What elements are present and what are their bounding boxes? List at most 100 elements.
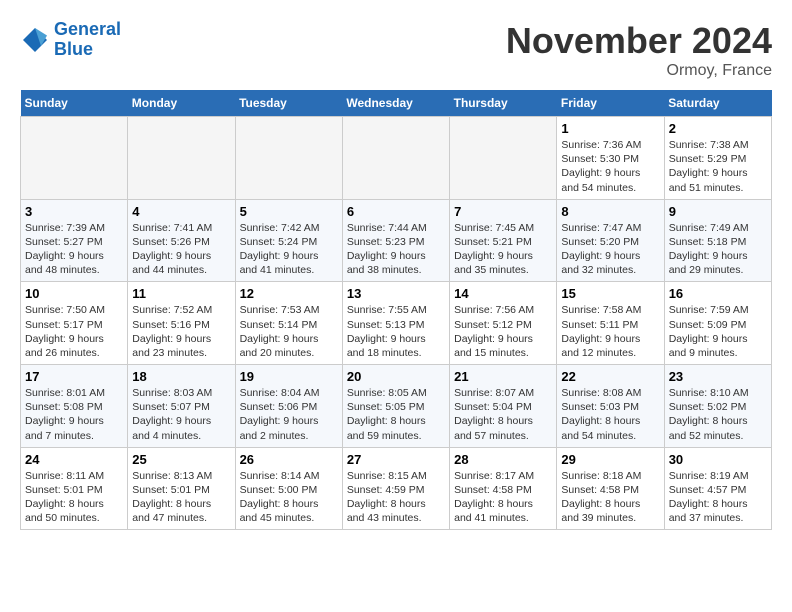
calendar-cell: 12Sunrise: 7:53 AM Sunset: 5:14 PM Dayli… [235, 282, 342, 365]
calendar-week-row: 10 Sunrise: 7:50 AM Sunset: 5:17 PM Dayli… [21, 282, 772, 365]
day-info: Sunrise: 8:03 AM Sunset: 5:07 PM Dayligh… [132, 386, 230, 443]
day-number: 26 [240, 452, 338, 467]
calendar-cell: 4 Sunrise: 7:41 AM Sunset: 5:26 PM Daylig… [128, 199, 235, 282]
day-number: 19 [240, 369, 338, 384]
weekday-header: Saturday [664, 90, 771, 117]
day-info: Sunrise: 7:50 AM Sunset: 5:17 PM Dayligh… [25, 303, 123, 360]
day-info: Sunrise: 8:08 AM Sunset: 5:03 PM Dayligh… [561, 386, 659, 443]
day-info: Sunrise: 8:11 AM Sunset: 5:01 PM Dayligh… [25, 469, 123, 526]
day-number: 24 [25, 452, 123, 467]
day-number: 15 [561, 286, 659, 301]
month-title: November 2024 [506, 20, 772, 62]
day-number: 29 [561, 452, 659, 467]
calendar-cell: 15 Sunrise: 7:58 AM Sunset: 5:11 PM Dayli… [557, 282, 664, 365]
day-info: Sunrise: 7:49 AM Sunset: 5:18 PM Dayligh… [669, 221, 767, 278]
calendar-cell: 11 Sunrise: 7:52 AM Sunset: 5:16 PM Dayli… [128, 282, 235, 365]
calendar-cell: 25 Sunrise: 8:13 AM Sunset: 5:01 PM Dayli… [128, 447, 235, 530]
calendar-cell: 23Sunrise: 8:10 AM Sunset: 5:02 PM Dayli… [664, 365, 771, 448]
day-number: 13 [347, 286, 445, 301]
calendar-cell: 10 Sunrise: 7:50 AM Sunset: 5:17 PM Dayli… [21, 282, 128, 365]
day-number: 1 [561, 121, 659, 136]
day-info: Sunrise: 7:59 AM Sunset: 5:09 PM Dayligh… [669, 303, 767, 360]
calendar-cell: 24 Sunrise: 8:11 AM Sunset: 5:01 PM Dayli… [21, 447, 128, 530]
day-info: Sunrise: 7:39 AM Sunset: 5:27 PM Dayligh… [25, 221, 123, 278]
weekday-header: Monday [128, 90, 235, 117]
day-number: 17 [25, 369, 123, 384]
weekday-header: Tuesday [235, 90, 342, 117]
day-number: 11 [132, 286, 230, 301]
calendar-cell: 18 Sunrise: 8:03 AM Sunset: 5:07 PM Dayli… [128, 365, 235, 448]
day-number: 14 [454, 286, 552, 301]
calendar-cell: 26 Sunrise: 8:14 AM Sunset: 5:00 PM Dayli… [235, 447, 342, 530]
day-number: 3 [25, 204, 123, 219]
day-info: Sunrise: 8:07 AM Sunset: 5:04 PM Dayligh… [454, 386, 552, 443]
calendar-cell: 20 Sunrise: 8:05 AM Sunset: 5:05 PM Dayli… [342, 365, 449, 448]
day-number: 22 [561, 369, 659, 384]
calendar-cell [21, 117, 128, 200]
calendar-cell: 30 Sunrise: 8:19 AM Sunset: 4:57 PM Dayli… [664, 447, 771, 530]
day-info: Sunrise: 7:42 AM Sunset: 5:24 PM Dayligh… [240, 221, 338, 278]
day-info: Sunrise: 7:36 AM Sunset: 5:30 PM Dayligh… [561, 138, 659, 195]
location: Ormoy, France [506, 62, 772, 80]
calendar-table: SundayMondayTuesdayWednesdayThursdayFrid… [20, 90, 772, 530]
day-info: Sunrise: 7:52 AM Sunset: 5:16 PM Dayligh… [132, 303, 230, 360]
day-number: 6 [347, 204, 445, 219]
weekday-header: Sunday [21, 90, 128, 117]
calendar-week-row: 1 Sunrise: 7:36 AM Sunset: 5:30 PM Daylig… [21, 117, 772, 200]
calendar-week-row: 17Sunrise: 8:01 AM Sunset: 5:08 PM Dayli… [21, 365, 772, 448]
calendar-cell: 2Sunrise: 7:38 AM Sunset: 5:29 PM Daylig… [664, 117, 771, 200]
day-info: Sunrise: 8:19 AM Sunset: 4:57 PM Dayligh… [669, 469, 767, 526]
day-info: Sunrise: 8:05 AM Sunset: 5:05 PM Dayligh… [347, 386, 445, 443]
calendar-cell: 6Sunrise: 7:44 AM Sunset: 5:23 PM Daylig… [342, 199, 449, 282]
calendar-cell: 28Sunrise: 8:17 AM Sunset: 4:58 PM Dayli… [450, 447, 557, 530]
day-number: 25 [132, 452, 230, 467]
day-number: 12 [240, 286, 338, 301]
calendar-cell: 13 Sunrise: 7:55 AM Sunset: 5:13 PM Dayli… [342, 282, 449, 365]
day-info: Sunrise: 8:13 AM Sunset: 5:01 PM Dayligh… [132, 469, 230, 526]
day-number: 9 [669, 204, 767, 219]
calendar-cell: 14 Sunrise: 7:56 AM Sunset: 5:12 PM Dayli… [450, 282, 557, 365]
day-number: 7 [454, 204, 552, 219]
calendar-cell: 29 Sunrise: 8:18 AM Sunset: 4:58 PM Dayli… [557, 447, 664, 530]
day-info: Sunrise: 7:45 AM Sunset: 5:21 PM Dayligh… [454, 221, 552, 278]
weekday-header-row: SundayMondayTuesdayWednesdayThursdayFrid… [21, 90, 772, 117]
day-info: Sunrise: 8:17 AM Sunset: 4:58 PM Dayligh… [454, 469, 552, 526]
calendar-cell [342, 117, 449, 200]
day-number: 27 [347, 452, 445, 467]
day-number: 30 [669, 452, 767, 467]
day-number: 20 [347, 369, 445, 384]
day-number: 23 [669, 369, 767, 384]
logo-blue: Blue [54, 40, 121, 60]
calendar-cell: 21 Sunrise: 8:07 AM Sunset: 5:04 PM Dayli… [450, 365, 557, 448]
calendar-cell: 22 Sunrise: 8:08 AM Sunset: 5:03 PM Dayli… [557, 365, 664, 448]
day-info: Sunrise: 7:58 AM Sunset: 5:11 PM Dayligh… [561, 303, 659, 360]
day-info: Sunrise: 8:18 AM Sunset: 4:58 PM Dayligh… [561, 469, 659, 526]
page-header: General Blue November 2024 Ormoy, France [20, 20, 772, 80]
day-number: 8 [561, 204, 659, 219]
day-info: Sunrise: 8:14 AM Sunset: 5:00 PM Dayligh… [240, 469, 338, 526]
calendar-cell: 1 Sunrise: 7:36 AM Sunset: 5:30 PM Daylig… [557, 117, 664, 200]
weekday-header: Wednesday [342, 90, 449, 117]
logo: General Blue [20, 20, 121, 60]
calendar-cell: 16 Sunrise: 7:59 AM Sunset: 5:09 PM Dayli… [664, 282, 771, 365]
logo-text: General Blue [54, 20, 121, 60]
calendar-cell: 5Sunrise: 7:42 AM Sunset: 5:24 PM Daylig… [235, 199, 342, 282]
day-info: Sunrise: 7:41 AM Sunset: 5:26 PM Dayligh… [132, 221, 230, 278]
day-number: 4 [132, 204, 230, 219]
day-info: Sunrise: 7:56 AM Sunset: 5:12 PM Dayligh… [454, 303, 552, 360]
logo-general: General [54, 19, 121, 39]
title-block: November 2024 Ormoy, France [506, 20, 772, 80]
weekday-header: Thursday [450, 90, 557, 117]
calendar-cell [235, 117, 342, 200]
day-number: 18 [132, 369, 230, 384]
day-number: 16 [669, 286, 767, 301]
calendar-week-row: 3 Sunrise: 7:39 AM Sunset: 5:27 PM Daylig… [21, 199, 772, 282]
day-number: 10 [25, 286, 123, 301]
calendar-cell: 9 Sunrise: 7:49 AM Sunset: 5:18 PM Daylig… [664, 199, 771, 282]
day-info: Sunrise: 7:55 AM Sunset: 5:13 PM Dayligh… [347, 303, 445, 360]
day-number: 21 [454, 369, 552, 384]
calendar-cell: 3 Sunrise: 7:39 AM Sunset: 5:27 PM Daylig… [21, 199, 128, 282]
calendar-cell: 27 Sunrise: 8:15 AM Sunset: 4:59 PM Dayli… [342, 447, 449, 530]
day-info: Sunrise: 8:15 AM Sunset: 4:59 PM Dayligh… [347, 469, 445, 526]
weekday-header: Friday [557, 90, 664, 117]
